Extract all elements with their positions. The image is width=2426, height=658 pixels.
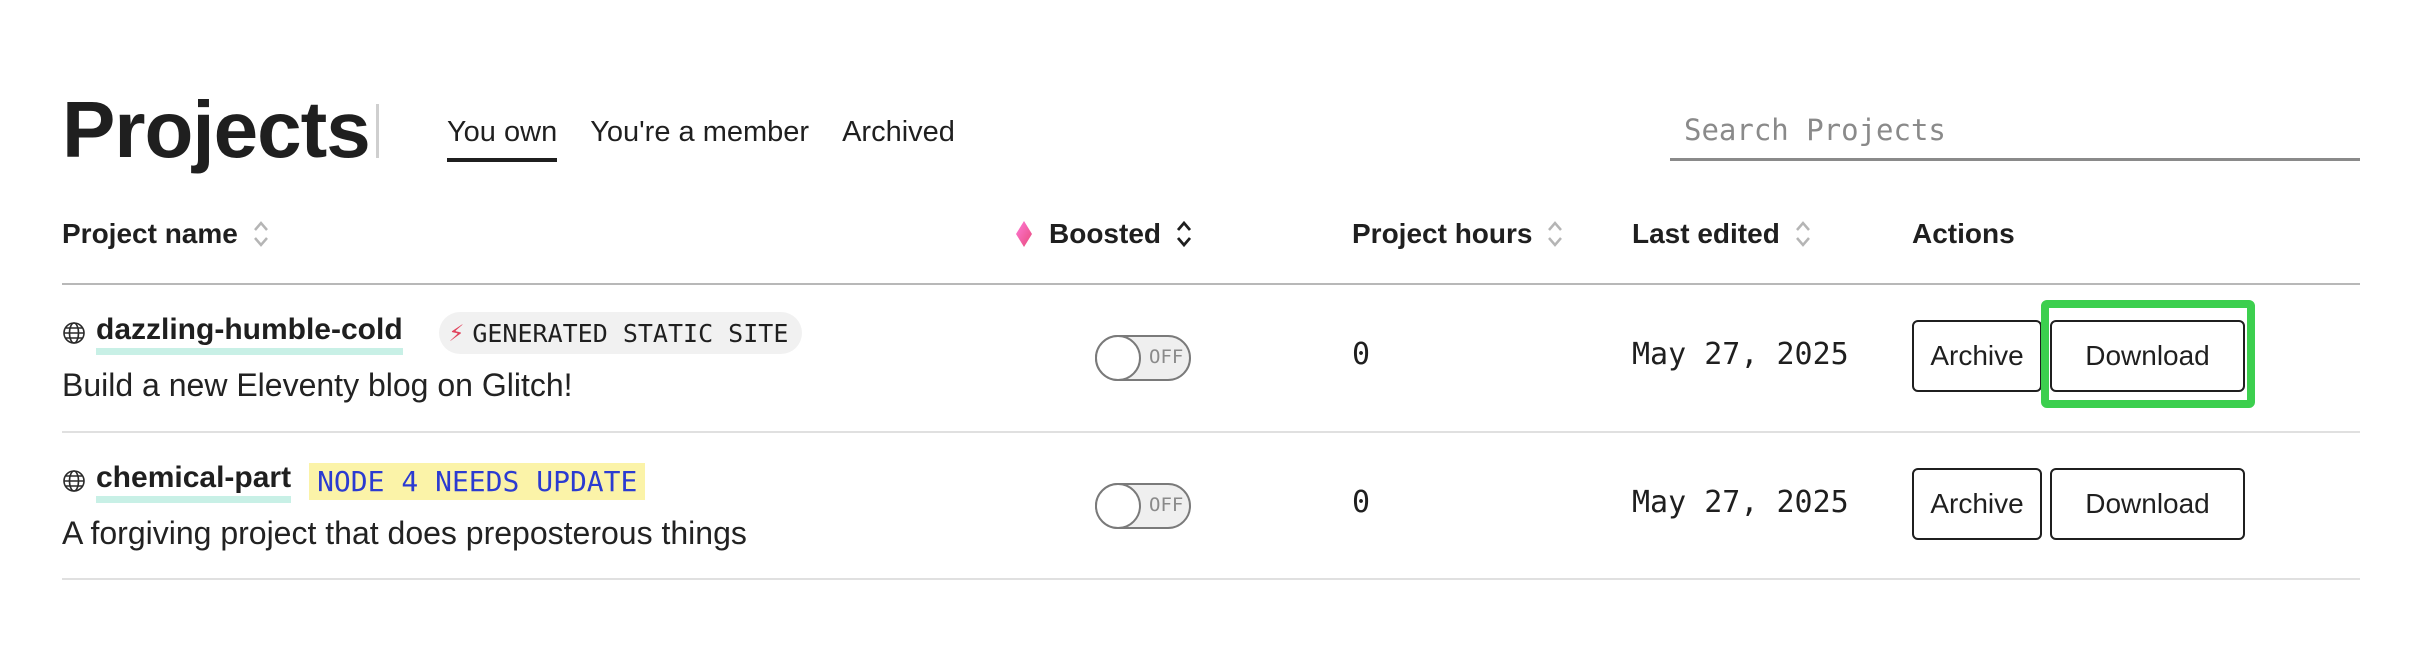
toggle-label: OFF — [1149, 346, 1184, 368]
badge-label: GENERATED STATIC SITE — [472, 318, 789, 348]
tab-archived[interactable]: Archived — [842, 112, 955, 162]
project-description: Build a new Eleventy blog on Glitch! — [62, 367, 573, 403]
row-divider — [62, 578, 2360, 580]
globe-icon — [62, 321, 86, 345]
column-actions: Actions — [1912, 214, 2015, 254]
column-last-edited[interactable]: Last edited — [1632, 214, 1812, 254]
project-tabs: You own You're a member Archived — [447, 112, 955, 162]
column-label: Project name — [62, 218, 238, 249]
search-box — [1670, 102, 2360, 161]
bolt-icon: ⚡ — [448, 318, 465, 348]
column-label: Actions — [1912, 218, 2015, 249]
node-update-badge[interactable]: NODE 4 NEEDS UPDATE — [309, 462, 646, 500]
diamond-icon — [1015, 220, 1033, 248]
static-site-badge: ⚡ GENERATED STATIC SITE — [438, 312, 803, 354]
project-name-link[interactable]: chemical-part — [96, 460, 292, 503]
project-name-line: dazzling-humble-cold ⚡ GENERATED STATIC … — [62, 311, 803, 355]
column-project-hours[interactable]: Project hours — [1352, 214, 1564, 254]
table-row: dazzling-humble-cold ⚡ GENERATED STATIC … — [0, 285, 2426, 431]
search-input[interactable] — [1670, 102, 2360, 158]
column-label: Last edited — [1632, 218, 1780, 249]
boost-toggle[interactable]: OFF — [1095, 335, 1191, 381]
title-divider — [376, 104, 379, 158]
last-edited: May 27, 2025 — [1632, 485, 1849, 520]
globe-icon — [62, 469, 86, 493]
sort-icon[interactable] — [1546, 219, 1564, 249]
tab-you-own[interactable]: You own — [447, 112, 558, 162]
toggle-knob — [1095, 335, 1141, 381]
projects-page: Projects You own You're a member Archive… — [0, 0, 2426, 658]
project-name-line: chemical-part NODE 4 NEEDS UPDATE — [62, 459, 646, 503]
tab-member[interactable]: You're a member — [590, 112, 809, 162]
sort-icon[interactable] — [252, 219, 270, 249]
column-label: Boosted — [1049, 218, 1161, 249]
last-edited: May 27, 2025 — [1632, 337, 1849, 372]
column-label: Project hours — [1352, 218, 1533, 249]
download-button[interactable]: Download — [2050, 320, 2245, 392]
sort-icon[interactable] — [1175, 219, 1193, 249]
column-boosted[interactable]: Boosted — [1015, 214, 1193, 254]
project-hours: 0 — [1352, 337, 1371, 372]
download-button[interactable]: Download — [2050, 468, 2245, 540]
project-description: A forgiving project that does prepostero… — [62, 515, 747, 551]
archive-button[interactable]: Archive — [1912, 320, 2042, 392]
toggle-knob — [1095, 483, 1141, 529]
boost-toggle[interactable]: OFF — [1095, 483, 1191, 529]
sort-icon[interactable] — [1794, 219, 1812, 249]
project-name-link[interactable]: dazzling-humble-cold — [96, 312, 403, 355]
page-title: Projects — [62, 85, 371, 174]
toggle-label: OFF — [1149, 494, 1184, 516]
table-row: chemical-part NODE 4 NEEDS UPDATE A forg… — [0, 433, 2426, 579]
column-project-name[interactable]: Project name — [62, 214, 270, 254]
project-hours: 0 — [1352, 485, 1371, 520]
archive-button[interactable]: Archive — [1912, 468, 2042, 540]
